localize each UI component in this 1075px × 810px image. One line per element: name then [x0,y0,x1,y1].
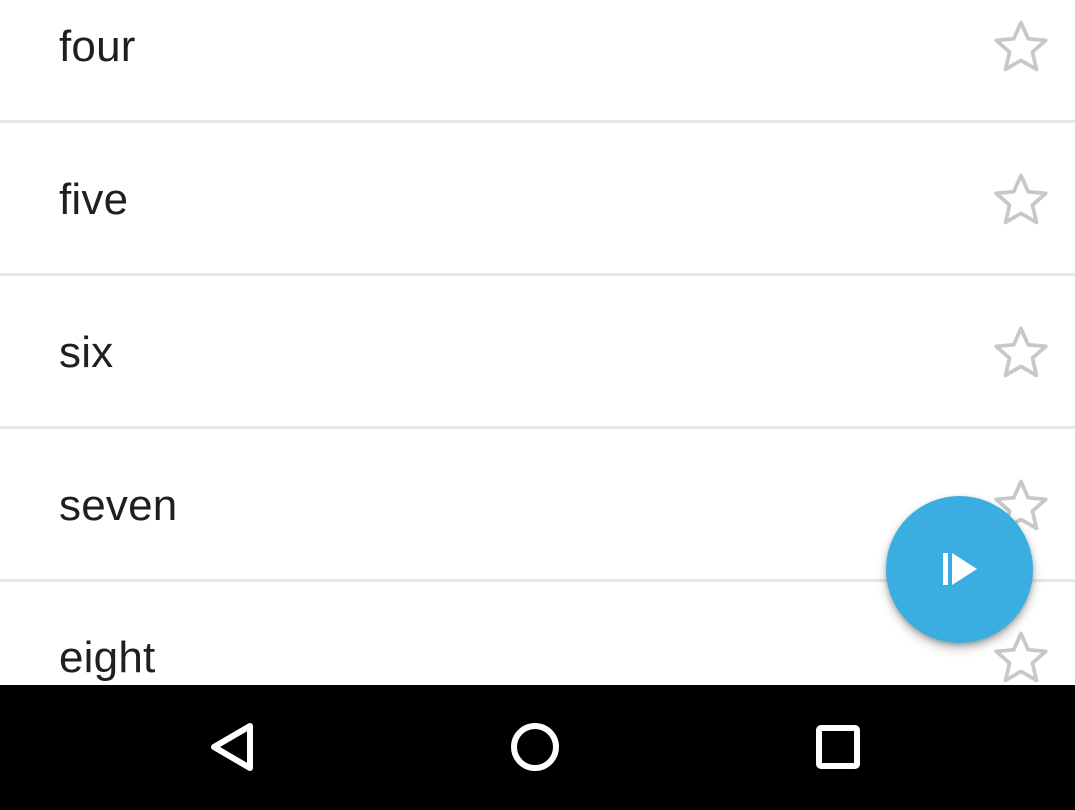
app-screen: four five six seven eight [0,0,1075,810]
system-navigation-bar [0,685,1075,810]
star-icon[interactable] [988,626,1054,686]
list-item-label: six [59,327,114,377]
list-item-label: five [59,174,129,224]
play-fab-button[interactable] [886,496,1033,643]
list-item-label: four [59,21,136,71]
skip-play-icon [943,553,977,585]
nav-home-button[interactable] [495,707,575,787]
list-item[interactable]: five [0,126,1075,276]
nav-recents-button[interactable] [798,707,878,787]
star-icon[interactable] [988,168,1054,232]
list-item-label: seven [59,480,178,530]
star-icon[interactable] [988,15,1054,79]
star-icon[interactable] [988,321,1054,385]
nav-back-button[interactable] [192,707,272,787]
home-circle-icon [511,723,559,771]
list-item[interactable]: six [0,279,1075,429]
back-triangle-icon [211,723,253,771]
recents-square-icon [816,725,860,769]
list-item[interactable]: four [0,0,1075,123]
list-item-label: eight [59,632,156,682]
